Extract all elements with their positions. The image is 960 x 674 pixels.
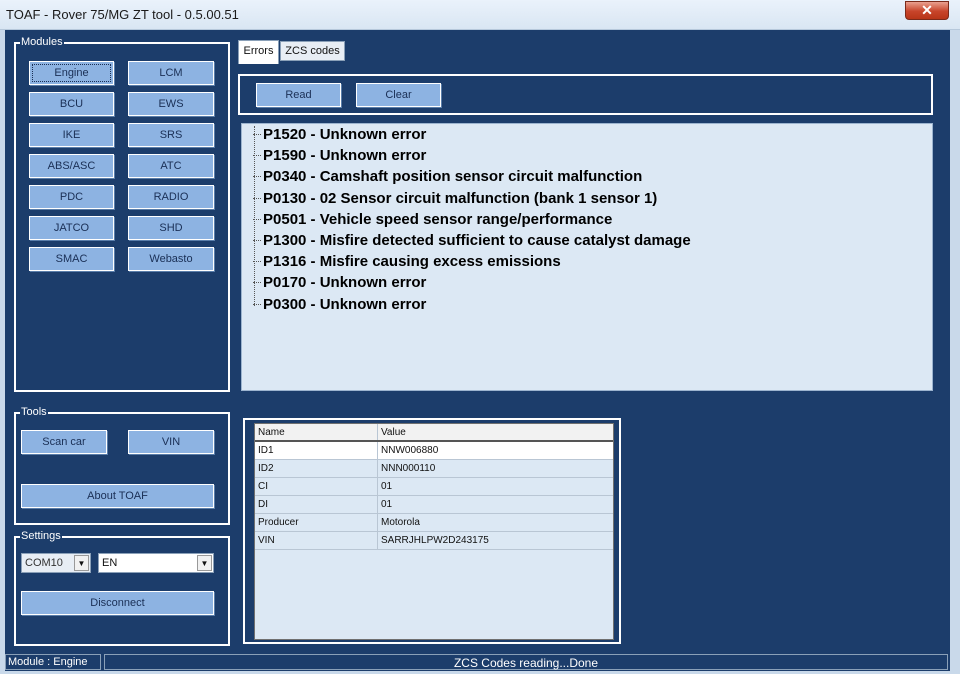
main-window-client: Modules Engine LCM BCU EWS IKE SRS ABS/A… [5,30,950,671]
settings-group: Settings COM10 ▼ EN ▼ Disconnect [14,529,230,646]
tab-errors[interactable]: Errors [238,40,279,64]
status-module: Module : Engine [5,654,101,670]
tools-group: Tools Scan car VIN About TOAF [14,405,230,525]
module-button-jatco[interactable]: JATCO [29,216,114,240]
module-button-abs-asc[interactable]: ABS/ASC [29,154,114,178]
cell-name: CI [255,478,378,495]
about-toaf-button[interactable]: About TOAF [21,484,214,508]
error-item[interactable]: P0130 - 02 Sensor circuit malfunction (b… [242,188,932,209]
cell-value: NNW006880 [381,445,439,456]
error-item[interactable]: P0501 - Vehicle speed sensor range/perfo… [242,209,932,230]
modules-legend: Modules [20,35,64,49]
table-row[interactable]: ID1 NNW006880 [255,442,613,460]
language-select[interactable]: EN ▼ [98,553,214,573]
module-button-atc[interactable]: ATC [128,154,214,178]
cell-value: 01 [381,481,393,492]
disconnect-button[interactable]: Disconnect [21,591,214,615]
column-header-value[interactable]: Value [378,424,613,440]
title-bar: TOAF - Rover 75/MG ZT tool - 0.5.00.51 ✕ [0,0,960,30]
error-item[interactable]: P0170 - Unknown error [242,272,932,293]
tab-zcs-codes[interactable]: ZCS codes [280,41,345,61]
actions-panel: Read Clear [238,74,933,115]
cell-value: SARRJHLPW2D243175 [381,535,489,546]
column-header-name[interactable]: Name [255,424,378,440]
cell-value: 01 [381,499,393,510]
module-button-ews[interactable]: EWS [128,92,214,116]
port-select-value: COM10 [25,557,63,569]
error-item[interactable]: P1300 - Misfire detected sufficient to c… [242,230,932,251]
chevron-down-icon[interactable]: ▼ [197,555,212,571]
clear-button[interactable]: Clear [356,83,441,107]
cell-name: DI [255,496,378,513]
module-button-smac[interactable]: SMAC [29,247,114,271]
module-button-bcu[interactable]: BCU [29,92,114,116]
module-button-engine[interactable]: Engine [29,61,114,85]
module-button-webasto[interactable]: Webasto [128,247,214,271]
module-button-ike[interactable]: IKE [29,123,114,147]
cell-name: ID1 [255,442,378,459]
error-item[interactable]: P1520 - Unknown error [242,124,932,145]
port-select[interactable]: COM10 ▼ [21,553,91,573]
cell-name: Producer [255,514,378,531]
read-button[interactable]: Read [256,83,341,107]
chevron-down-icon[interactable]: ▼ [74,555,89,571]
window-title: TOAF - Rover 75/MG ZT tool - 0.5.00.51 [6,7,239,22]
status-bar: Module : Engine ZCS Codes reading...Done [5,653,950,671]
cell-value: Motorola [381,517,420,528]
module-button-srs[interactable]: SRS [128,123,214,147]
error-item[interactable]: P0340 - Camshaft position sensor circuit… [242,166,932,187]
ecu-info-grid[interactable]: Name Value ID1 NNW006880 ID2 NNN000110 C… [254,423,614,640]
table-row[interactable]: CI 01 [255,478,613,496]
error-item[interactable]: P1590 - Unknown error [242,145,932,166]
cell-value: NNN000110 [381,463,436,474]
table-row[interactable]: Producer Motorola [255,514,613,532]
language-select-value: EN [102,557,118,569]
settings-legend: Settings [20,529,62,543]
grid-header-row: Name Value [255,424,613,442]
status-message: ZCS Codes reading...Done [104,654,948,670]
scan-car-button[interactable]: Scan car [21,430,107,454]
error-list[interactable]: P1520 - Unknown error P1590 - Unknown er… [241,123,933,391]
close-icon: ✕ [921,2,933,18]
vin-button[interactable]: VIN [128,430,214,454]
close-button[interactable]: ✕ [905,1,949,20]
modules-group: Modules Engine LCM BCU EWS IKE SRS ABS/A… [14,35,230,392]
cell-name: ID2 [255,460,378,477]
table-row[interactable]: ID2 NNN000110 [255,460,613,478]
cell-name: VIN [255,532,378,549]
error-item[interactable]: P0300 - Unknown error [242,294,932,315]
error-item[interactable]: P1316 - Misfire causing excess emissions [242,251,932,272]
ecu-info-panel: Name Value ID1 NNW006880 ID2 NNN000110 C… [243,418,621,644]
table-row[interactable]: VIN SARRJHLPW2D243175 [255,532,613,550]
module-button-pdc[interactable]: PDC [29,185,114,209]
module-button-lcm[interactable]: LCM [128,61,214,85]
table-row[interactable]: DI 01 [255,496,613,514]
module-button-shd[interactable]: SHD [128,216,214,240]
tools-legend: Tools [20,405,48,419]
module-button-radio[interactable]: RADIO [128,185,214,209]
